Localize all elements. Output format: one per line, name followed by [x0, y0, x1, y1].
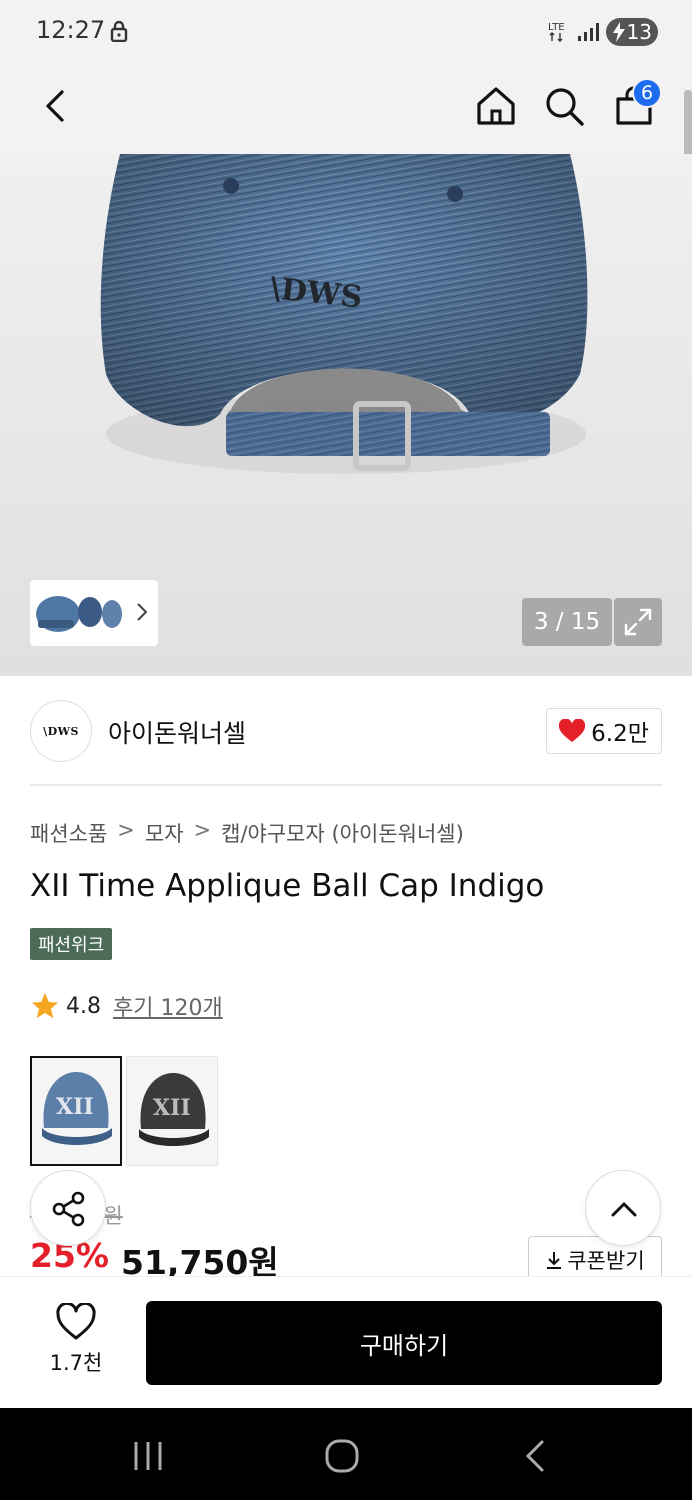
- purchase-bar: 1.7천 구매하기: [0, 1276, 692, 1408]
- download-icon: [547, 1251, 562, 1269]
- color-thumbnail: XII: [42, 1072, 112, 1145]
- breadcrumb-item[interactable]: 캡/야구모자 (아이돈워너셀): [221, 818, 464, 848]
- color-option-black[interactable]: XII: [126, 1056, 218, 1166]
- svg-text:LTE: LTE: [548, 22, 565, 33]
- share-icon: [52, 1191, 85, 1227]
- brand-logo[interactable]: \DWS: [30, 700, 92, 762]
- search-icon[interactable]: [542, 84, 586, 128]
- status-bar: 12:27 LTE 13: [0, 0, 692, 62]
- color-option-indigo[interactable]: XII: [30, 1056, 122, 1166]
- brand-like-count: 6.2만: [591, 721, 649, 747]
- status-time: 12:27: [36, 16, 106, 44]
- rating-row: 4.8 후기 120개: [30, 990, 223, 1022]
- brand-name[interactable]: 아이돈워너셀: [108, 714, 246, 750]
- home-nav-icon[interactable]: [324, 1438, 360, 1474]
- wishlist-count: 1.7천: [49, 1351, 103, 1375]
- system-navigation-bar: [0, 1408, 692, 1500]
- breadcrumb-item[interactable]: 모자: [145, 818, 184, 848]
- battery-level: 13: [626, 20, 652, 44]
- coupon-label: 쿠폰받기: [567, 1248, 645, 1273]
- category-breadcrumb: 패션소품 > 모자 > 캡/야구모자 (아이돈워너셀): [30, 818, 464, 848]
- fullscreen-button[interactable]: [614, 598, 662, 646]
- lock-icon: [110, 20, 128, 42]
- product-image-gallery[interactable]: \DWS 3 / 15: [0, 154, 692, 676]
- lte-icon: LTE: [548, 22, 565, 42]
- event-tag: 패션위크: [30, 928, 113, 960]
- thumbnail-preview: [36, 596, 122, 632]
- svg-text:XII: XII: [56, 1094, 94, 1120]
- image-counter: 3 / 15: [522, 598, 612, 646]
- top-app-bar: 6: [0, 62, 692, 154]
- scroll-top-button[interactable]: [585, 1170, 661, 1246]
- share-button[interactable]: [30, 1170, 106, 1246]
- brand-like-button[interactable]: 6.2만: [546, 708, 662, 754]
- product-title: XII Time Applique Ball Cap Indigo: [30, 868, 545, 904]
- heart-outline-icon: [56, 1303, 96, 1340]
- review-link[interactable]: 후기 120개: [113, 990, 223, 1022]
- charging-icon: [613, 22, 625, 42]
- breadcrumb-item[interactable]: 패션소품: [30, 818, 107, 848]
- buy-button[interactable]: 구매하기: [146, 1301, 662, 1385]
- breadcrumb-separator: >: [193, 818, 212, 842]
- brand-row[interactable]: \DWS 아이돈워너셀 6.2만: [30, 676, 662, 786]
- chevron-up-icon: [611, 1202, 637, 1217]
- breadcrumb-separator: >: [117, 818, 135, 842]
- recent-apps-icon[interactable]: [130, 1438, 166, 1474]
- color-thumbnail: XII: [139, 1073, 209, 1146]
- wishlist-button[interactable]: 1.7천: [30, 1303, 122, 1383]
- expand-icon: [624, 608, 652, 636]
- cart-count-badge: 6: [632, 78, 662, 108]
- battery-indicator: 13: [606, 18, 658, 46]
- rating-value: 4.8: [66, 993, 101, 1019]
- back-icon[interactable]: [34, 84, 78, 128]
- scroll-indicator: [684, 90, 692, 162]
- home-icon[interactable]: [474, 84, 518, 128]
- chevron-right-icon: [137, 603, 148, 621]
- heart-filled-icon: [559, 719, 586, 742]
- back-nav-icon[interactable]: [518, 1438, 554, 1474]
- star-icon: [32, 993, 58, 1018]
- gallery-thumbnail-strip[interactable]: [30, 580, 158, 646]
- svg-text:XII: XII: [153, 1095, 191, 1121]
- signal-icon: [578, 23, 599, 41]
